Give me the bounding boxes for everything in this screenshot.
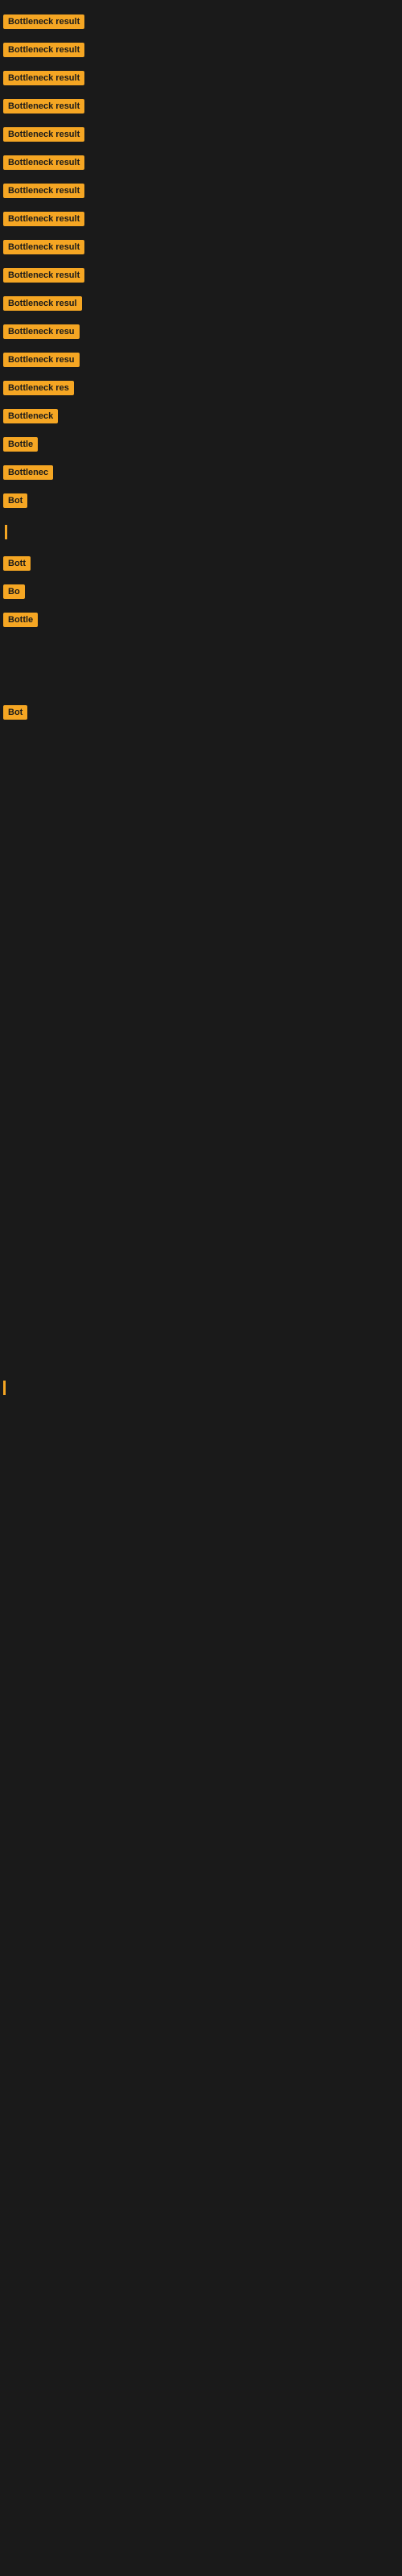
site-title <box>0 0 402 10</box>
bar-row: Bottleneck result <box>2 10 402 38</box>
bottleneck-result-bar: Bottlenec <box>3 465 53 480</box>
bar-row: Bottleneck result <box>2 38 402 66</box>
bottleneck-result-bar: Bottle <box>3 613 38 627</box>
bar-row: Bottleneck result <box>2 122 402 151</box>
bar-row: Bottle <box>2 432 402 460</box>
bottleneck-result-bar: Bottle <box>3 437 38 452</box>
bar-row: Bott <box>2 551 402 580</box>
cursor-indicator <box>5 525 7 539</box>
bar-row: Bottleneck resu <box>2 320 402 348</box>
bar-row: Bottleneck resul <box>2 291 402 320</box>
bottom-cursor <box>2 1373 402 1407</box>
bar-row: Bottle <box>2 608 402 636</box>
bottleneck-result-bar: Bottleneck result <box>3 240 84 254</box>
bottleneck-result-bar: Bo <box>3 584 25 599</box>
bottleneck-result-bar: Bottleneck <box>3 409 58 423</box>
bar-row: Bottleneck <box>2 404 402 432</box>
bar-row: Bottlenec <box>2 460 402 489</box>
bar-row: Bottleneck result <box>2 151 402 179</box>
bar-row: Bottleneck resu <box>2 348 402 376</box>
bottleneck-result-bar: Bot <box>3 705 27 720</box>
bar-row: Bo <box>2 580 402 608</box>
bottleneck-result-bar: Bottleneck result <box>3 155 84 170</box>
bar-row <box>2 517 402 551</box>
bottleneck-result-bar: Bottleneck result <box>3 71 84 85</box>
bar-row: Bottleneck res <box>2 376 402 404</box>
bar-row: Bottleneck result <box>2 94 402 122</box>
bottleneck-result-bar: Bottleneck result <box>3 184 84 198</box>
bottleneck-result-bar: Bott <box>3 556 31 571</box>
bottleneck-result-bar: Bottleneck result <box>3 14 84 29</box>
bottleneck-result-bar: Bottleneck res <box>3 381 74 395</box>
bar-row: Bottleneck result <box>2 235 402 263</box>
bar-row <box>2 636 402 700</box>
bar-row: Bot <box>2 489 402 517</box>
bottleneck-result-bar: Bottleneck resul <box>3 296 82 311</box>
bottleneck-result-bar: Bot <box>3 493 27 508</box>
bottleneck-result-bar: Bottleneck result <box>3 43 84 57</box>
bottleneck-result-bar: Bottleneck resu <box>3 324 80 339</box>
bottleneck-result-bar: Bottleneck result <box>3 268 84 283</box>
bar-row: Bottleneck result <box>2 263 402 291</box>
bar-row: Bottleneck result <box>2 207 402 235</box>
bar-row: Bottleneck result <box>2 66 402 94</box>
bottleneck-result-bar: Bottleneck resu <box>3 353 80 367</box>
bar-row: Bot <box>2 700 402 729</box>
bottleneck-result-bar: Bottleneck result <box>3 212 84 226</box>
bottleneck-result-bar: Bottleneck result <box>3 127 84 142</box>
bottleneck-result-bar: Bottleneck result <box>3 99 84 114</box>
bar-row: Bottleneck result <box>2 179 402 207</box>
